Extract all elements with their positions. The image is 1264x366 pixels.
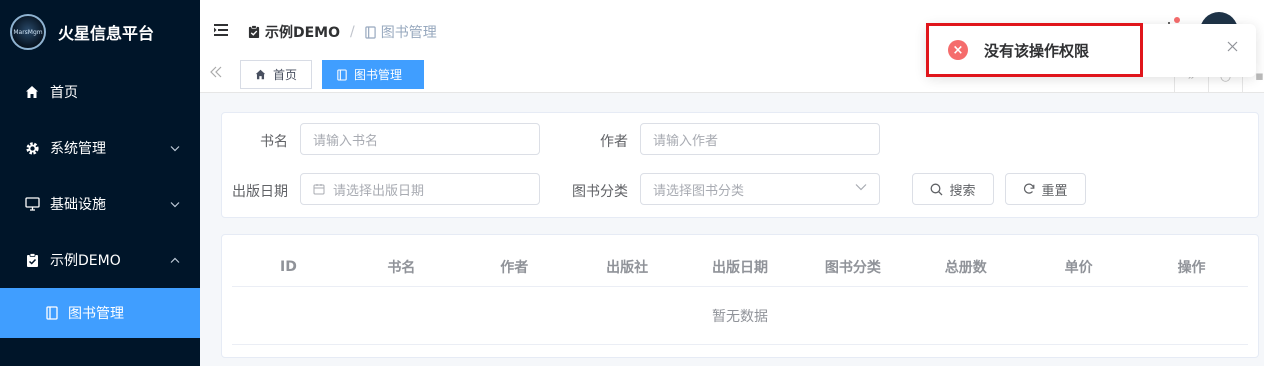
category-label: 图书分类	[572, 184, 628, 200]
search-button[interactable]: 搜索	[912, 173, 994, 205]
sidebar-item-system[interactable]: 系统管理	[0, 120, 200, 176]
book-icon	[337, 68, 347, 81]
sidebar: MarsMgm 火星信息平台 首页 系统管理 基础设施 示例DEMO 图书管理	[0, 0, 200, 366]
refresh-icon	[1023, 183, 1035, 195]
notification-dot	[1174, 17, 1180, 23]
placeholder: 请输入书名	[313, 133, 379, 149]
column-header[interactable]: 书名	[345, 247, 458, 286]
book-icon	[365, 25, 376, 39]
sidebar-item-label: 系统管理	[50, 141, 106, 157]
tab-books[interactable]: 图书管理	[322, 60, 424, 89]
chevron-down-icon	[855, 183, 867, 191]
button-label: 搜索	[949, 183, 976, 199]
close-icon[interactable]	[1227, 40, 1238, 56]
toast-highlight-box	[926, 23, 1143, 77]
table-header: ID 书名 作者 出版社 出版日期 图书分类 总册数 单价 操作	[232, 247, 1248, 287]
breadcrumb-separator: /	[350, 24, 355, 40]
home-icon	[24, 84, 40, 100]
column-header[interactable]: 出版社	[571, 247, 684, 286]
chevron-up-icon	[170, 254, 180, 267]
column-header[interactable]: 出版日期	[684, 247, 797, 286]
sidebar-subitem-books[interactable]: 图书管理	[0, 288, 200, 338]
clipboard-icon	[248, 25, 260, 39]
monitor-icon	[24, 196, 40, 212]
tab-label: 图书管理	[354, 68, 403, 82]
book-name-input[interactable]: 请输入书名	[300, 123, 540, 155]
publish-date-label: 出版日期	[232, 184, 288, 200]
clipboard-icon	[24, 252, 40, 268]
column-header[interactable]: 操作	[1135, 247, 1248, 286]
placeholder: 请选择出版日期	[333, 183, 425, 199]
category-select[interactable]: 请选择图书分类	[640, 173, 880, 205]
breadcrumb-item-demo[interactable]: 示例DEMO	[248, 22, 340, 42]
tab-label: 首页	[273, 68, 298, 82]
author-label: 作者	[600, 134, 628, 150]
sidebar-item-label: 示例DEMO	[50, 253, 121, 269]
column-header[interactable]: ID	[232, 247, 345, 286]
sidebar-item-demo[interactable]: 示例DEMO	[0, 232, 200, 288]
double-chevron-left-icon[interactable]	[210, 66, 222, 82]
author-input[interactable]: 请输入作者	[640, 123, 880, 155]
placeholder: 请输入作者	[653, 133, 719, 149]
sidebar-item-home[interactable]: 首页	[0, 64, 200, 120]
breadcrumb-item-books: 图书管理	[365, 22, 437, 42]
placeholder: 请选择图书分类	[653, 183, 745, 199]
book-icon	[46, 306, 58, 320]
home-icon	[255, 69, 266, 80]
gear-icon	[24, 140, 40, 156]
calendar-icon	[313, 183, 325, 195]
search-icon	[930, 183, 943, 196]
sidebar-item-label: 图书管理	[68, 306, 124, 322]
column-header[interactable]: 总册数	[909, 247, 1022, 286]
column-header[interactable]: 作者	[458, 247, 571, 286]
chevron-down-icon	[170, 142, 180, 155]
chevron-down-icon	[170, 198, 180, 211]
book-name-label: 书名	[260, 134, 288, 150]
reset-button[interactable]: 重置	[1005, 173, 1086, 205]
publish-date-picker[interactable]: 请选择出版日期	[300, 173, 540, 205]
column-header[interactable]: 单价	[1022, 247, 1135, 286]
tab-home[interactable]: 首页	[240, 60, 313, 89]
brand-title: 火星信息平台	[58, 24, 155, 43]
search-form: 书名 请输入书名 作者 请输入作者 出版日期 请选择出版日期 图书分类 请选择图…	[221, 112, 1259, 218]
sidebar-item-infrastructure[interactable]: 基础设施	[0, 176, 200, 232]
brand[interactable]: MarsMgm 火星信息平台	[0, 0, 200, 64]
main-content: 书名 请输入书名 作者 请输入作者 出版日期 请选择出版日期 图书分类 请选择图…	[200, 93, 1264, 366]
books-table: ID 书名 作者 出版社 出版日期 图书分类 总册数 单价 操作 暂无数据	[221, 234, 1259, 358]
sidebar-item-label: 基础设施	[50, 197, 106, 213]
button-label: 重置	[1041, 183, 1068, 199]
table-empty-text: 暂无数据	[232, 287, 1248, 345]
sidebar-item-label: 首页	[50, 85, 78, 101]
column-header[interactable]: 图书分类	[796, 247, 909, 286]
hamburger-icon[interactable]	[214, 24, 228, 40]
breadcrumb-label: 图书管理	[380, 25, 437, 41]
breadcrumb: 示例DEMO / 图书管理	[248, 22, 437, 42]
breadcrumb-label: 示例DEMO	[265, 25, 341, 41]
mars-logo-icon: MarsMgm	[10, 14, 46, 50]
